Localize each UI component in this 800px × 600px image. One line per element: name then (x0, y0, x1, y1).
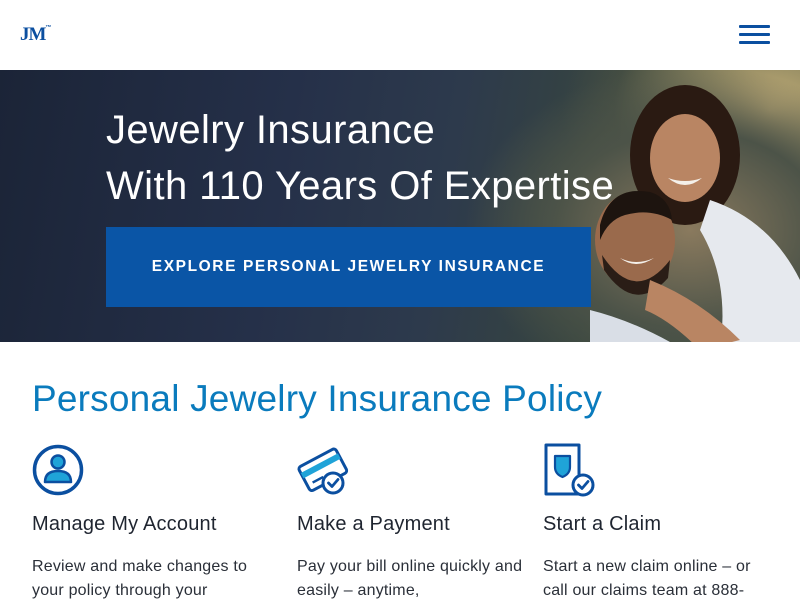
make-payment-body: Pay your bill online quickly and easily … (297, 558, 523, 599)
jm-logo[interactable]: JM™ (20, 24, 51, 46)
claim-document-check-icon (544, 443, 595, 497)
start-claim-card[interactable]: Start a Claim Start a new claim online –… (543, 442, 783, 599)
make-payment-title[interactable]: Make a Payment (297, 513, 450, 536)
hero-title-line2: With 110 Years Of Expertise (106, 164, 615, 208)
hamburger-menu-icon[interactable] (738, 22, 772, 48)
section-title: Personal Jewelry Insurance Policy (32, 378, 603, 419)
credit-card-check-icon (297, 447, 349, 495)
manage-account-body: Review and make changes to your policy t… (32, 558, 248, 599)
make-payment-card[interactable]: Make a Payment Pay your bill online quic… (297, 442, 537, 599)
hero-banner: Jewelry Insurance With 110 Years Of Expe… (0, 70, 800, 342)
explore-insurance-button[interactable]: EXPLORE PERSONAL JEWELRY INSURANCE (106, 227, 591, 307)
manage-account-card[interactable]: Manage My Account Review and make change… (32, 442, 272, 599)
logo-text: JM (20, 24, 46, 45)
hero-couple-photo (590, 85, 800, 342)
start-claim-body: Start a new claim online – or call our c… (543, 558, 751, 599)
account-user-icon (32, 444, 84, 496)
hero-title-line1: Jewelry Insurance (106, 108, 436, 152)
start-claim-title[interactable]: Start a Claim (543, 513, 661, 536)
site-header: JM™ (0, 0, 800, 70)
manage-account-title[interactable]: Manage My Account (32, 513, 217, 536)
logo-trademark: ™ (45, 25, 52, 31)
